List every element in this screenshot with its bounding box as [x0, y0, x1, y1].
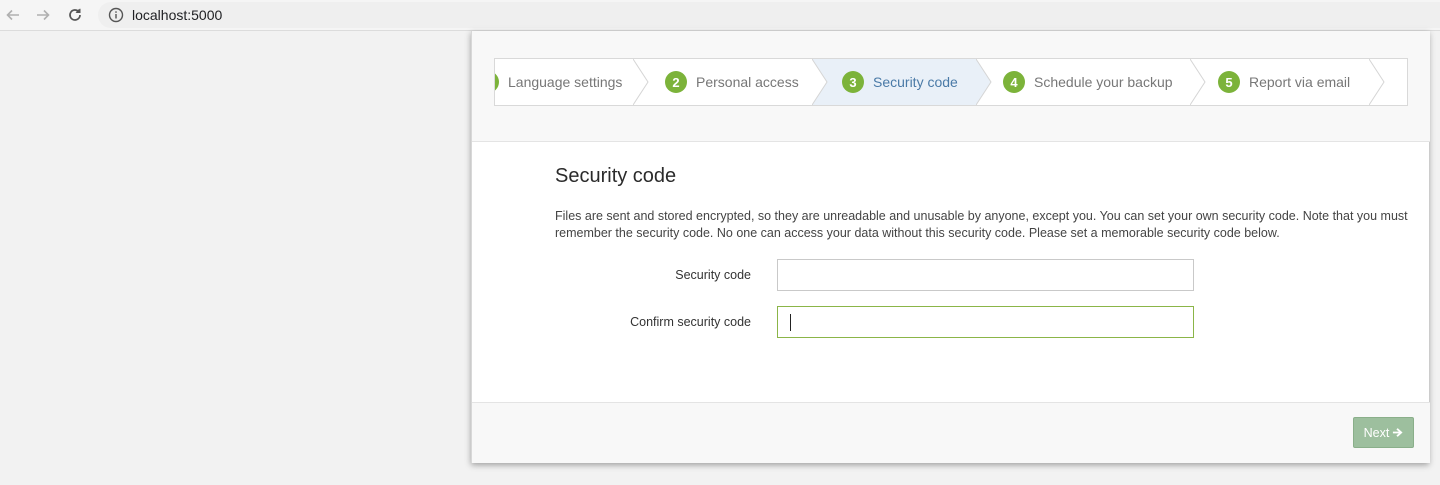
step-label: Language settings [508, 74, 623, 90]
browser-toolbar: localhost:5000 [0, 0, 1440, 31]
security-code-form: Security code Files are sent and stored … [472, 143, 1430, 401]
reload-button[interactable] [64, 4, 86, 26]
step-label: Report via email [1249, 74, 1351, 90]
step-separator [812, 59, 828, 105]
steps-header: 1 Language settings 2 Personal access 3 … [472, 31, 1430, 142]
step-label: Schedule your backup [1034, 74, 1173, 90]
wizard-steps: 1 Language settings 2 Personal access 3 … [494, 58, 1408, 106]
next-label: Next [1363, 425, 1390, 440]
url-text: localhost:5000 [132, 7, 223, 23]
text-caret [790, 314, 791, 331]
step-schedule-backup[interactable]: 4 Schedule your backup [1003, 59, 1193, 105]
security-code-input[interactable] [777, 259, 1194, 291]
setup-wizard-panel: 1 Language settings 2 Personal access 3 … [471, 31, 1430, 463]
step-label: Personal access [696, 74, 799, 90]
step-number: 1 [495, 71, 499, 93]
page-title: Security code [555, 165, 677, 187]
step-separator [1369, 59, 1385, 105]
forward-button[interactable] [32, 4, 54, 26]
description-text: Files are sent and stored encrypted, so … [555, 209, 1408, 240]
back-button[interactable] [2, 4, 24, 26]
next-button[interactable]: Next [1353, 417, 1414, 448]
step-label: Security code [873, 74, 958, 90]
step-number: 5 [1218, 71, 1240, 93]
info-icon[interactable] [108, 7, 124, 23]
reload-icon [69, 8, 81, 21]
step-security-code[interactable]: 3 Security code [812, 59, 977, 105]
confirm-security-code-label: Confirm security code [630, 315, 751, 329]
arrow-right-icon [37, 9, 50, 21]
step-language-settings[interactable]: 1 Language settings [495, 59, 637, 105]
security-code-label: Security code [675, 268, 751, 282]
address-bar[interactable]: localhost:5000 [98, 2, 1440, 28]
step-personal-access[interactable]: 2 Personal access [665, 59, 815, 105]
step-report-email[interactable]: 5 Report via email [1218, 59, 1378, 105]
step-separator [633, 59, 649, 105]
step-number: 3 [842, 71, 864, 93]
step-separator [976, 59, 992, 105]
arrow-right-icon [1393, 428, 1403, 437]
confirm-security-code-input[interactable] [777, 306, 1194, 338]
arrow-left-icon [6, 9, 19, 21]
wizard-footer: Next [472, 402, 1430, 463]
step-separator [1190, 59, 1206, 105]
step-number: 4 [1003, 71, 1025, 93]
step-number: 2 [665, 71, 687, 93]
